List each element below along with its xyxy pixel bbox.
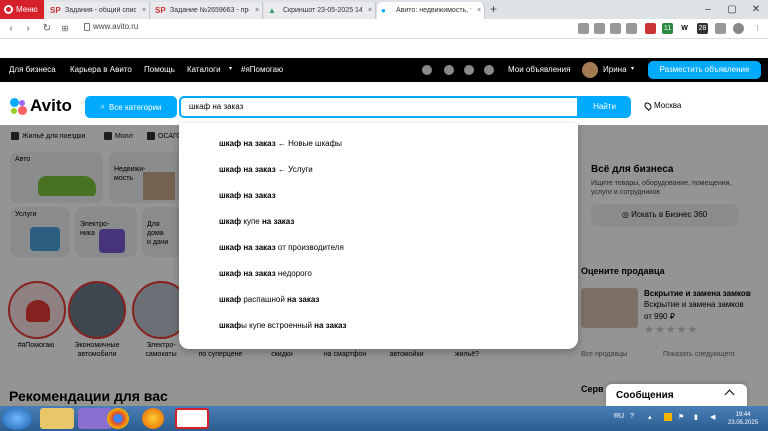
forward-icon[interactable]: › — [21, 21, 35, 37]
start-button[interactable] — [2, 407, 32, 430]
clock[interactable]: 19:44 23.05.2025 — [728, 411, 758, 427]
back-icon[interactable]: ‹ — [4, 21, 18, 37]
search-icon: ⌕ — [100, 102, 105, 111]
volume-icon[interactable]: ◀ — [710, 413, 715, 421]
opera-logo-icon — [4, 5, 13, 14]
chevron-down-icon: ▾ — [631, 66, 635, 72]
address-bar: ‹ › ↻ ⊞ www.avito.ru 11 W 28 ⋮ — [0, 19, 768, 39]
messages-label: Сообщения — [616, 390, 674, 401]
link-ya-pomogayu[interactable]: #яПомогаю — [241, 65, 283, 74]
link-career[interactable]: Карьера в Авито — [70, 65, 132, 74]
block-icon[interactable] — [610, 23, 621, 34]
suggestion-item[interactable]: шкаф распашной на заказ — [219, 295, 319, 304]
messages-panel[interactable]: Сообщения — [606, 384, 747, 406]
counter-extension-icon[interactable]: 28 — [697, 23, 708, 34]
link-help[interactable]: Помощь — [144, 65, 175, 74]
close-tab-icon[interactable]: × — [252, 7, 262, 14]
suggestion-item[interactable]: шкаф на заказ недорого — [219, 269, 312, 278]
tray-app-icon[interactable] — [664, 413, 672, 421]
chevron-down-icon: ▾ — [229, 66, 233, 72]
sp-favicon-icon: SP — [50, 6, 61, 15]
sp-favicon-icon: SP — [155, 6, 166, 15]
tabs-grid-icon[interactable]: ⊞ — [58, 21, 72, 37]
google-drive-favicon-icon: ▲ — [268, 6, 276, 15]
close-tab-icon[interactable]: × — [474, 7, 484, 14]
cart-icon[interactable] — [484, 65, 494, 75]
messages-chat-icon[interactable] — [464, 65, 474, 75]
reload-icon[interactable]: ↻ — [40, 21, 54, 37]
logo-text: Avito — [30, 96, 72, 115]
taskbar: RU ? ▴ ⚑ ▮ ◀ 19:44 23.05.2025 — [0, 406, 768, 431]
avito-logo[interactable]: Avito — [10, 96, 72, 115]
camera-icon[interactable] — [594, 23, 605, 34]
suggestion-item[interactable]: шкаф на заказ от производителя — [219, 243, 344, 252]
language-indicator[interactable]: RU — [614, 413, 624, 420]
new-tab-icon[interactable]: + — [490, 2, 497, 16]
opera-menu-label: Меню — [16, 5, 38, 14]
suggestion-item[interactable]: шкаф на заказ ← Новые шкафы — [219, 139, 342, 148]
browser-tab[interactable]: SP Задания - общий список × — [46, 2, 150, 19]
chrome-taskbar-icon[interactable] — [107, 408, 129, 429]
minimize-icon[interactable]: – — [696, 0, 720, 19]
url-field[interactable]: www.avito.ru — [93, 22, 138, 31]
heart-icon[interactable] — [626, 23, 637, 34]
avito-favicon-icon: ● — [381, 6, 386, 15]
tab-label: Задания - общий список — [65, 7, 136, 14]
w-extension-icon[interactable]: W — [679, 23, 690, 34]
extensions-icon[interactable] — [715, 23, 726, 34]
city-selector[interactable]: Москва — [643, 100, 682, 111]
close-tab-icon[interactable]: × — [365, 7, 375, 14]
chevron-up-icon[interactable] — [724, 389, 735, 400]
find-button[interactable]: Найти — [578, 96, 631, 118]
search-input[interactable]: шкаф на заказ — [179, 96, 579, 118]
user-name[interactable]: Ирина — [603, 65, 627, 74]
explorer-taskbar-icon[interactable] — [40, 408, 74, 429]
link-catalogs[interactable]: Каталоги — [187, 65, 221, 74]
suggestion-item[interactable]: шкаф на заказ ← Услуги — [219, 165, 313, 174]
site-header: Для бизнеса Карьера в Авито Помощь Катал… — [0, 58, 768, 82]
sp-extension-icon[interactable]: 11 — [662, 23, 673, 34]
suggestion-item[interactable]: шкаф купе на заказ — [219, 217, 294, 226]
close-window-icon[interactable]: ✕ — [744, 0, 768, 19]
post-ad-button[interactable]: Разместить объявление — [648, 61, 761, 79]
browser-tab[interactable]: ▲ Скриншот 23-05-2025 144 × — [264, 2, 376, 19]
favorites-heart-icon[interactable] — [422, 65, 432, 75]
all-categories-button[interactable]: ⌕ Все категории — [85, 96, 177, 118]
help-icon[interactable]: ? — [630, 413, 634, 420]
close-tab-icon[interactable]: × — [139, 7, 149, 14]
opera-taskbar-icon[interactable] — [175, 408, 209, 429]
profile-icon[interactable] — [733, 23, 744, 34]
firefox-taskbar-icon[interactable] — [142, 408, 164, 429]
tab-label: Скриншот 23-05-2025 144 — [283, 7, 362, 14]
suggestion-item[interactable]: шкафы купе встроенный на заказ — [219, 321, 347, 330]
browser-tab[interactable]: SP Задание №2659663 - про × — [151, 2, 263, 19]
lock-icon — [84, 23, 90, 31]
location-pin-icon — [643, 100, 653, 111]
avatar[interactable] — [582, 62, 598, 78]
opera-menu-button[interactable]: Меню — [0, 0, 44, 19]
search-suggestions: шкаф на заказ ← Новые шкафы шкаф на зака… — [179, 123, 578, 349]
city-label: Москва — [654, 101, 682, 110]
maximize-icon[interactable]: ▢ — [720, 0, 744, 19]
link-business[interactable]: Для бизнеса — [9, 65, 56, 74]
browser-tab-active[interactable]: ● Авито: недвижимость, тра × — [377, 2, 485, 19]
flag-icon[interactable]: ⚑ — [678, 413, 684, 421]
suggestion-item[interactable]: шкаф на заказ — [219, 191, 276, 200]
all-categories-label: Все категории — [108, 102, 162, 112]
notifications-bell-icon[interactable] — [444, 65, 454, 75]
network-icon[interactable]: ▮ — [694, 413, 698, 421]
tab-label: Авито: недвижимость, тра — [396, 7, 471, 14]
browser-tab-strip: Меню SP Задания - общий список × SP Зада… — [0, 0, 768, 19]
edit-icon[interactable] — [578, 23, 589, 34]
tab-label: Задание №2659663 - про — [170, 7, 249, 14]
extension-icon[interactable] — [645, 23, 656, 34]
avito-dots-icon — [10, 97, 27, 115]
browser-menu-icon[interactable]: ⋮ — [752, 23, 763, 34]
tray-expand-icon[interactable]: ▴ — [648, 413, 652, 421]
my-ads-link[interactable]: Мои объявления — [508, 65, 570, 74]
